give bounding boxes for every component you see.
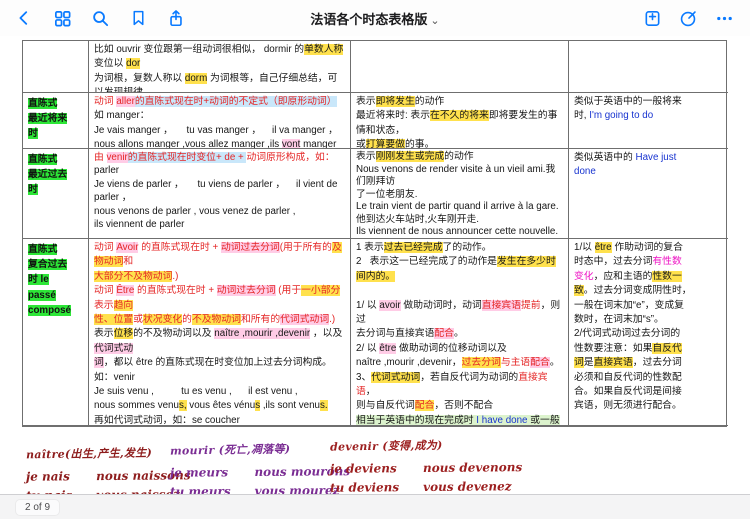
table-cell — [23, 41, 89, 93]
pencil-circle-icon — [679, 9, 698, 28]
page-indicator: 2 of 9 — [16, 500, 59, 515]
chevron-left-icon — [15, 9, 33, 27]
pdf-page[interactable]: 比如 ouvrir 变位跟第一组动词很相似， dormir 的单数人称变位以 d… — [0, 36, 750, 495]
bookmark-icon — [130, 9, 147, 27]
table-cell-tense-label: 直陈式复合过去时 lepassécomposé — [23, 239, 89, 426]
table-cell: 类似英语中的 Have justdone — [569, 149, 728, 239]
handwriting-cell: je meurs — [170, 465, 231, 480]
thumbnails-button[interactable] — [50, 6, 74, 30]
handwriting-cell: tu deviens — [330, 480, 399, 495]
table-cell: 比如 ouvrir 变位跟第一组动词很相似， dormir 的单数人称变位以 d… — [89, 41, 351, 93]
handwriting-cell: je nais — [26, 469, 72, 483]
table-cell: 类似于英语中的一般将来时, I'm going to do — [569, 93, 728, 149]
handwriting-header: naître(出生,产生,发生) — [26, 444, 191, 463]
table-cell: 1 表示过去已经完成了的动作。2 表示这一已经完成了的动作是发生在多少时间内的。… — [351, 239, 569, 426]
table-cell: 动词 aller的直陈式现在时+动词的不定式（即原形动词）如 manger：Je… — [89, 93, 351, 149]
table-cell — [569, 41, 728, 93]
table-cell: 1/以 être 作助动词的复合时态中，过去分词有性数变化，应和主语的性数一致。… — [569, 239, 728, 426]
markup-button[interactable] — [676, 6, 700, 30]
grid-icon — [53, 9, 72, 28]
table-cell: 表示刚刚发生或完成的动作Nous venons de render visite… — [351, 149, 569, 239]
grammar-table: 比如 ouvrir 变位跟第一组动词很相似， dormir 的单数人称变位以 d… — [22, 40, 727, 427]
table-cell-tense-label: 直陈式最近过去时 — [23, 149, 89, 239]
table-cell: 表示即将发生的动作最近将来时: 表示在不久的将来即将要发生的事情和状态，或打算要… — [351, 93, 569, 149]
handwriting-cell: vous devenez — [423, 479, 522, 494]
handwriting-cell: je deviens — [330, 461, 399, 476]
toolbar-left-group — [0, 6, 188, 30]
more-button[interactable] — [712, 6, 736, 30]
status-bar: 2 of 9 — [0, 494, 750, 519]
table-cell — [351, 41, 569, 93]
toolbar-right-group — [640, 6, 750, 30]
handwriting-header: mourir (死亡,凋落等) — [170, 439, 350, 458]
share-button[interactable] — [164, 6, 188, 30]
table-cell-tense-label: 直陈式最近将来时 — [23, 93, 89, 149]
document-plus-icon — [643, 9, 662, 28]
handwriting-header: devenir (变得,成为) — [330, 435, 523, 454]
search-icon — [91, 9, 110, 28]
document-viewer-window: 法语各个时态表格版⌄ 比如 ouvrir 变位跟第一组动词很相似， dormir… — [0, 0, 750, 519]
table-cell: 动词 Avoir 的直陈式现在时 + 动词过去分词(用于所有的及物动词和大部分不… — [89, 239, 351, 426]
ellipsis-icon — [715, 9, 734, 28]
document-title-text: 法语各个时态表格版 — [310, 12, 427, 27]
bookmark-button[interactable] — [126, 6, 150, 30]
add-page-button[interactable] — [640, 6, 664, 30]
handwriting-cell: nous devenons — [423, 460, 522, 475]
back-button[interactable] — [12, 6, 36, 30]
table-cell: 由 venir的直陈式现在时变位+ de + 动词原形构成，如：parlerJe… — [89, 149, 351, 239]
search-button[interactable] — [88, 6, 112, 30]
toolbar: 法语各个时态表格版⌄ — [0, 0, 750, 37]
share-icon — [167, 9, 185, 28]
title-chevron-icon: ⌄ — [430, 15, 439, 27]
